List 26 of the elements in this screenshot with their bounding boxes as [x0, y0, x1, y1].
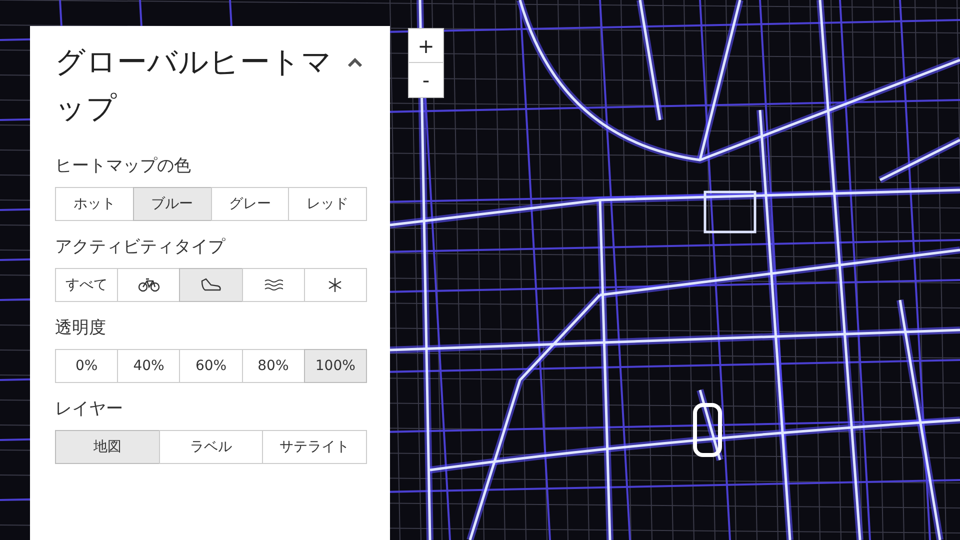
bicycle-icon [138, 278, 160, 292]
option-button[interactable]: 60% [179, 349, 243, 383]
shoe-icon [200, 278, 222, 292]
option-button[interactable]: すべて [55, 268, 118, 302]
option-button[interactable]: レッド [288, 187, 367, 221]
option-button[interactable]: 0% [55, 349, 118, 383]
snowflake-icon [327, 277, 344, 293]
section-label: 透明度 [55, 317, 107, 339]
chevron-icon [347, 58, 363, 68]
section-label: アクティビティタイプ [55, 236, 226, 258]
option-button[interactable] [117, 268, 180, 302]
option-button[interactable]: サテライト [262, 430, 368, 464]
section-label: ヒートマップの色 [55, 155, 192, 177]
waves-icon [263, 278, 284, 292]
option-button[interactable]: ホット [55, 187, 134, 221]
option-button[interactable]: 40% [117, 349, 180, 383]
option-button[interactable]: グレー [210, 187, 290, 221]
option-button[interactable] [179, 268, 243, 302]
option-button[interactable]: ラベル [158, 430, 264, 464]
option-button[interactable]: 100% [304, 349, 368, 383]
option-button[interactable]: ブルー [132, 187, 212, 221]
panel-title: グローバルヒートマップ [55, 44, 333, 128]
section-label: レイヤー [55, 398, 124, 420]
option-button[interactable] [242, 268, 305, 302]
option-button[interactable]: 地図 [55, 430, 160, 464]
option-button[interactable]: 80% [242, 349, 305, 383]
